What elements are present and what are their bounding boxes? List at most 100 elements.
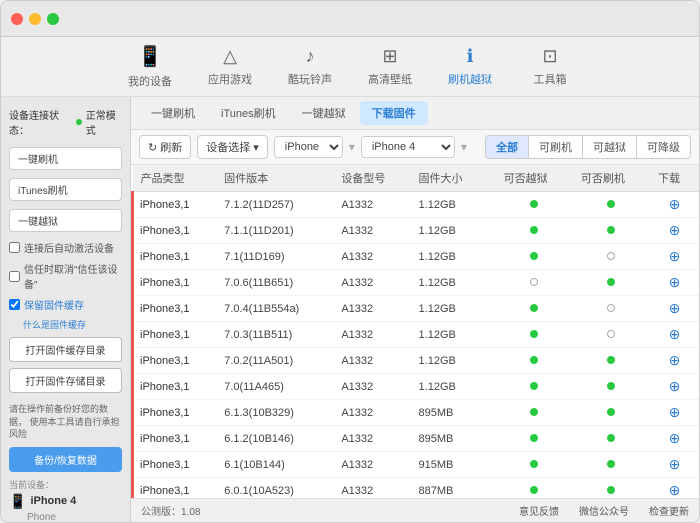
nav-label-wallpaper: 高清壁纸 [368, 71, 412, 87]
cell-jailbreak [496, 192, 573, 218]
cell-jailbreak [496, 218, 573, 244]
save-firmware-input[interactable] [9, 299, 20, 310]
jailbreak-dot [530, 200, 538, 208]
download-button[interactable]: ⊕ [669, 430, 681, 446]
cell-product: iPhone3,1 [133, 322, 217, 348]
nav-item-wallpaper[interactable]: ⊞ 高清壁纸 [350, 40, 430, 93]
minimize-button[interactable] [29, 13, 41, 25]
table-row: iPhone3,1 6.0.1(10A523) A1332 887MB ⊕ [133, 478, 700, 499]
refresh-label: 刷新 [160, 139, 182, 155]
cell-download[interactable]: ⊕ [650, 322, 699, 348]
arrow-icon: ▾ [349, 140, 355, 154]
cell-size: 1.12GB [411, 218, 496, 244]
filter-can-jailbreak[interactable]: 可刷机 [529, 136, 583, 158]
firmware-cache-link[interactable]: 什么是固件缓存 [23, 318, 122, 331]
download-button[interactable]: ⊕ [669, 482, 681, 498]
download-button[interactable]: ⊕ [669, 404, 681, 420]
cell-model: A1332 [333, 270, 410, 296]
download-button[interactable]: ⊕ [669, 248, 681, 264]
onekey-jailbreak-btn[interactable]: 一键越狱 [9, 209, 122, 232]
backup-restore-btn[interactable]: 备份/恢复数据 [9, 447, 122, 472]
nav-item-app-games[interactable]: △ 应用游戏 [190, 40, 270, 93]
tab-download-firmware[interactable]: 下载固件 [360, 101, 428, 125]
nav-item-toolbox[interactable]: ⊡ 工具箱 [510, 40, 590, 93]
cell-model: A1332 [333, 426, 410, 452]
tab-onekey-flash[interactable]: 一键刷机 [139, 101, 207, 125]
cell-download[interactable]: ⊕ [650, 244, 699, 270]
download-button[interactable]: ⊕ [669, 456, 681, 472]
no-flash-dot [607, 330, 615, 338]
filter-can-downgrade[interactable]: 可降级 [637, 136, 690, 158]
status-dot [76, 119, 81, 125]
cell-download[interactable]: ⊕ [650, 426, 699, 452]
maximize-button[interactable] [47, 13, 59, 25]
table-row: iPhone3,1 7.0(11A465) A1332 1.12GB ⊕ [133, 374, 700, 400]
tab-itunes-flash[interactable]: iTunes刷机 [209, 101, 288, 125]
cell-download[interactable]: ⊕ [650, 478, 699, 499]
app-window: 📱 我的设备 △ 应用游戏 ♪ 酷玩铃声 ⊞ 高清壁纸 ℹ 刷机越狱 ⊡ 工具箱… [0, 0, 700, 523]
status-label: 设备连接状态： [9, 107, 72, 137]
nav-item-ringtone[interactable]: ♪ 酷玩铃声 [270, 40, 350, 93]
cell-download[interactable]: ⊕ [650, 348, 699, 374]
filter-can-flash[interactable]: 可越狱 [583, 136, 637, 158]
download-button[interactable]: ⊕ [669, 274, 681, 290]
close-button[interactable] [11, 13, 23, 25]
download-button[interactable]: ⊕ [669, 196, 681, 212]
cell-flash [573, 192, 650, 218]
jailbreak-dot [530, 226, 538, 234]
table-header-row: 产品类型 固件版本 设备型号 固件大小 可否越狱 可否刷机 下载 [133, 165, 700, 192]
no-trust-checkbox[interactable]: 信任时取消"信任该设备" [9, 261, 122, 291]
download-button[interactable]: ⊕ [669, 326, 681, 342]
check-update-link[interactable]: 检查更新 [649, 503, 689, 518]
cell-size: 1.12GB [411, 296, 496, 322]
auto-reconnect-checkbox[interactable]: 连接后自动激活设备 [9, 240, 122, 255]
nav-item-jailbreak[interactable]: ℹ 刷机越狱 [430, 40, 510, 93]
onekey-flash-btn[interactable]: 一键刷机 [9, 147, 122, 170]
tab-onekey-jailbreak[interactable]: 一键越狱 [290, 101, 358, 125]
cell-download[interactable]: ⊕ [650, 400, 699, 426]
no-flash-dot [607, 304, 615, 312]
no-trust-input[interactable] [9, 271, 20, 282]
cell-model: A1332 [333, 296, 410, 322]
cell-download[interactable]: ⊕ [650, 296, 699, 322]
toolbox-icon: ⊡ [542, 46, 557, 67]
nav-item-my-device[interactable]: 📱 我的设备 [110, 38, 190, 95]
cell-jailbreak [496, 348, 573, 374]
cell-product: iPhone3,1 [133, 374, 217, 400]
cell-download[interactable]: ⊕ [650, 192, 699, 218]
refresh-icon: ↻ [148, 141, 157, 154]
device-type-select[interactable]: iPhone iPad iPod [274, 136, 343, 158]
cell-download[interactable]: ⊕ [650, 374, 699, 400]
table-row: iPhone3,1 7.0.4(11B554a) A1332 1.12GB ⊕ [133, 296, 700, 322]
cell-download[interactable]: ⊕ [650, 452, 699, 478]
download-button[interactable]: ⊕ [669, 222, 681, 238]
cell-model: A1332 [333, 348, 410, 374]
cell-size: 1.12GB [411, 322, 496, 348]
save-firmware-checkbox[interactable]: 保留固件缓存 [9, 297, 122, 312]
cell-download[interactable]: ⊕ [650, 218, 699, 244]
download-button[interactable]: ⊕ [669, 378, 681, 394]
cell-flash [573, 296, 650, 322]
itunes-flash-btn[interactable]: iTunes刷机 [9, 178, 122, 201]
device-model-select[interactable]: iPhone 4 iPhone 3GS iPhone 3G [361, 136, 455, 158]
feedback-link[interactable]: 意见反馈 [519, 503, 559, 518]
cell-flash [573, 218, 650, 244]
cell-download[interactable]: ⊕ [650, 270, 699, 296]
app-icon: △ [223, 46, 237, 67]
device-select-label: 设备选择 ▾ [206, 139, 259, 155]
open-firmware-dir-btn[interactable]: 打开固件缓存目录 [9, 337, 122, 362]
auto-reconnect-input[interactable] [9, 242, 20, 253]
refresh-button[interactable]: ↻ 刷新 [139, 135, 191, 159]
phone-icon: 📱 [138, 44, 163, 69]
device-select-button[interactable]: 设备选择 ▾ [197, 135, 268, 159]
download-button[interactable]: ⊕ [669, 352, 681, 368]
open-firmware-save-dir-btn[interactable]: 打开固件存储目录 [9, 368, 122, 393]
download-button[interactable]: ⊕ [669, 300, 681, 316]
wechat-link[interactable]: 微信公众号 [579, 503, 629, 518]
filter-all[interactable]: 全部 [486, 136, 529, 158]
cell-flash [573, 478, 650, 499]
music-icon: ♪ [306, 46, 315, 67]
jailbreak-dot [530, 252, 538, 260]
flash-dot [607, 382, 615, 390]
wallpaper-icon: ⊞ [382, 46, 397, 67]
